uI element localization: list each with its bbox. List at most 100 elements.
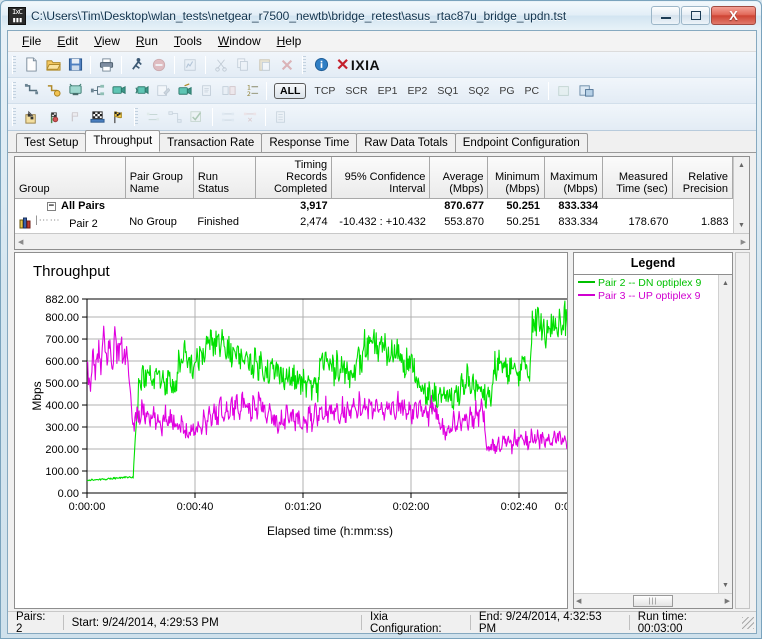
numbering-icon[interactable]: 12 — [240, 80, 262, 102]
run-group-icon[interactable] — [42, 106, 64, 128]
tab-raw-data-totals[interactable]: Raw Data Totals — [356, 133, 456, 152]
col-average[interactable]: Average (Mbps) — [430, 157, 488, 199]
protocol-filter-pc[interactable]: PC — [520, 84, 545, 98]
svg-text:0:02:00: 0:02:00 — [393, 501, 430, 513]
tab-transaction-rate[interactable]: Transaction Rate — [159, 133, 262, 152]
list-item[interactable]: Pair 2 -- DN optiplex 9 — [578, 277, 718, 290]
toolbar-grip[interactable] — [134, 108, 138, 126]
grid-horizontal-scrollbar[interactable]: ◀ ▶ — [15, 233, 749, 249]
scroll-right-icon[interactable]: ▶ — [741, 238, 746, 246]
menu-edit[interactable]: Edit — [49, 32, 86, 50]
protocol-filter-pg[interactable]: PG — [494, 84, 519, 98]
menu-tools[interactable]: Tools — [166, 32, 210, 50]
protocol-filter-all[interactable]: ALL — [274, 83, 306, 99]
paste-icon — [254, 54, 276, 76]
tab-response-time[interactable]: Response Time — [261, 133, 357, 152]
legend-horizontal-scrollbar[interactable]: ◀ ||| ▶ — [574, 593, 732, 608]
maximize-button[interactable] — [681, 6, 710, 25]
cell-confidence-interval: -10.432 : +10.432 — [332, 214, 430, 231]
multicast-group-icon[interactable] — [86, 80, 108, 102]
col-relative-precision[interactable]: Relative Precision — [672, 157, 732, 199]
toolbar-separator — [265, 108, 266, 126]
run-icon[interactable] — [126, 54, 148, 76]
col-timing-records[interactable]: Timing Records Completed — [255, 157, 331, 199]
throughput-chart[interactable]: Throughput 0.00100.00200.00300.00400.005… — [14, 252, 568, 609]
protocol-filter-tcp[interactable]: TCP — [309, 84, 340, 98]
scroll-down-icon[interactable]: ▼ — [719, 577, 732, 593]
table-header-row: Group Pair Group Name Run Status Timing … — [15, 157, 733, 199]
svg-text:0:03:00: 0:03:00 — [555, 501, 568, 513]
toolbar-grip[interactable] — [302, 56, 306, 74]
toolbar-separator — [90, 56, 91, 74]
table-row[interactable]: |⋯⋯Pair 2 No Group Finished 2,474 -10.43… — [15, 214, 733, 231]
menu-file[interactable]: File — [14, 32, 49, 50]
toolbar-grip[interactable] — [12, 56, 16, 74]
collapse-icon[interactable]: − — [47, 202, 56, 211]
cell-run-status — [193, 199, 255, 214]
endpoint-icon[interactable] — [64, 80, 86, 102]
ixia-wordmark: IXIA — [351, 57, 380, 73]
toolbar-grip[interactable] — [12, 108, 16, 126]
col-minimum[interactable]: Minimum (Mbps) — [488, 157, 544, 199]
tab-throughput[interactable]: Throughput — [85, 130, 160, 152]
save-icon[interactable] — [64, 54, 86, 76]
window-controls: X — [650, 6, 756, 25]
toolbar-row-run — [8, 104, 756, 130]
legend-vertical-scrollbar[interactable]: ▲ ▼ — [718, 275, 732, 593]
toolbars: ✕IXIA — [8, 52, 756, 131]
resize-grip-icon[interactable] — [742, 617, 754, 629]
col-maximum[interactable]: Maximum (Mbps) — [544, 157, 602, 199]
status-pairs: Pairs: 2 — [8, 615, 63, 631]
col-pair-group-name[interactable]: Pair Group Name — [125, 157, 193, 199]
new-icon[interactable] — [20, 54, 42, 76]
menu-window[interactable]: Window — [210, 32, 269, 50]
protocol-filter-scr[interactable]: SCR — [340, 84, 372, 98]
toolbar-grip[interactable] — [12, 82, 16, 100]
col-measured-time[interactable]: Measured Time (sec) — [602, 157, 672, 199]
scroll-up-icon[interactable]: ▲ — [719, 275, 732, 291]
finish-flag-icon[interactable] — [108, 106, 130, 128]
cell-average: 870.677 — [430, 199, 488, 214]
protocol-filter-ep1[interactable]: EP1 — [373, 84, 403, 98]
svg-text:0:01:20: 0:01:20 — [285, 501, 322, 513]
print-icon[interactable] — [95, 54, 117, 76]
hardware-pair-icon[interactable] — [174, 80, 196, 102]
col-confidence-interval[interactable]: 95% Confidence Interval — [332, 157, 430, 199]
minimize-button[interactable] — [651, 6, 680, 25]
scroll-right-icon[interactable]: ▶ — [725, 597, 730, 605]
cell-relative-precision: 1.883 — [672, 214, 732, 231]
voip-pair-icon[interactable] — [130, 80, 152, 102]
list-item[interactable]: Pair 3 -- UP optiplex 9 — [578, 290, 718, 303]
scroll-left-icon[interactable]: ◀ — [576, 597, 581, 605]
svg-text:300.00: 300.00 — [45, 422, 79, 434]
tab-endpoint-configuration[interactable]: Endpoint Configuration — [455, 133, 588, 152]
client-area: File Edit View Run Tools Window Help — [7, 30, 757, 634]
add-pair-icon[interactable] — [42, 80, 64, 102]
open-folder-icon[interactable] — [42, 54, 64, 76]
menu-run[interactable]: Run — [128, 32, 166, 50]
protocol-filter-sq2[interactable]: SQ2 — [463, 84, 494, 98]
cell-run-status: Finished — [193, 214, 255, 231]
video-pair-icon[interactable] — [108, 80, 130, 102]
tab-test-setup[interactable]: Test Setup — [16, 133, 86, 152]
menu-view[interactable]: View — [86, 32, 128, 50]
grid-vertical-scrollbar[interactable]: ▲ ▼ — [733, 157, 749, 233]
scroll-left-icon[interactable]: ◀ — [18, 238, 23, 246]
page-vertical-scrollbar[interactable] — [735, 252, 750, 609]
run-test-icon[interactable] — [20, 106, 42, 128]
run-checkered-icon[interactable] — [86, 106, 108, 128]
scroll-up-icon[interactable]: ▲ — [734, 157, 749, 173]
protocol-filter-ep2[interactable]: EP2 — [402, 84, 432, 98]
col-run-status[interactable]: Run Status — [193, 157, 255, 199]
table-row[interactable]: −All Pairs 3,917 870.677 50.251 833.334 — [15, 199, 733, 214]
svg-text:Mbps: Mbps — [30, 381, 44, 410]
info-icon[interactable] — [310, 54, 332, 76]
scroll-down-icon[interactable]: ▼ — [734, 217, 749, 233]
legend-scroll-thumb[interactable]: ||| — [633, 595, 673, 607]
pair-icon[interactable] — [20, 80, 42, 102]
close-button[interactable]: X — [711, 6, 756, 25]
col-group[interactable]: Group — [15, 157, 125, 199]
menu-help[interactable]: Help — [269, 32, 310, 50]
protocol-filter-sq1[interactable]: SQ1 — [432, 84, 463, 98]
copy-config-icon[interactable] — [575, 80, 597, 102]
